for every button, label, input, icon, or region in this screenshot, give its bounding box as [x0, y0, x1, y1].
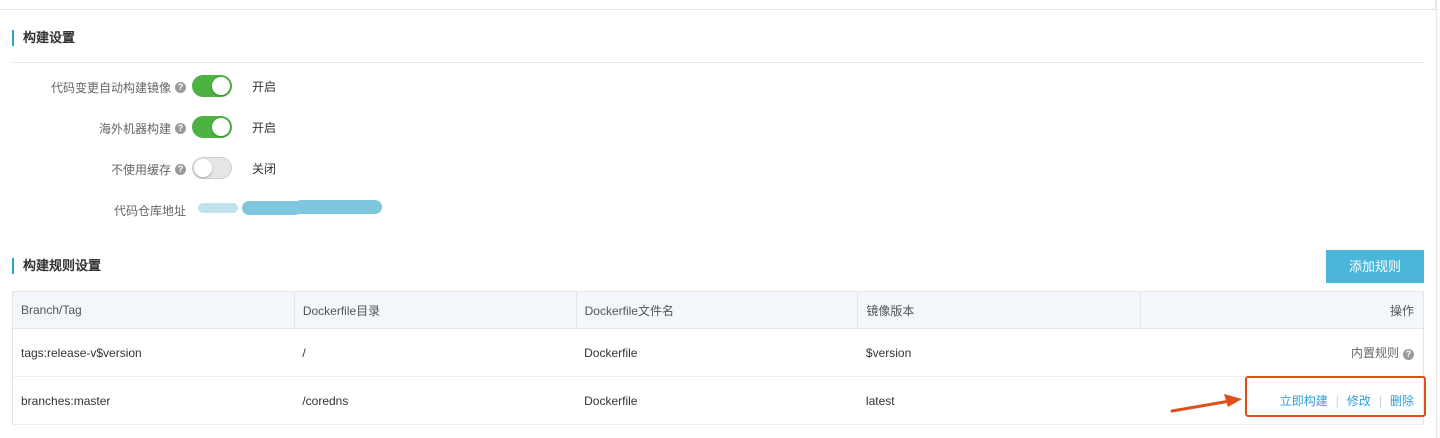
help-icon[interactable]: ? — [175, 122, 186, 134]
setting-row-repo-url: 代码仓库地址 — [0, 198, 600, 222]
setting-row-auto-build: 代码变更自动构建镜像 ? 开启 — [0, 75, 600, 99]
toggle-knob — [212, 77, 230, 95]
image-version-cell: latest — [857, 376, 1141, 425]
annotation-highlight-box — [1245, 376, 1426, 417]
help-icon[interactable]: ? — [175, 163, 186, 175]
branch-tag-cell: tags:release-v$version — [12, 328, 295, 377]
table-row: tags:release-v$version / Dockerfile $ver… — [12, 328, 1424, 377]
help-icon[interactable]: ? — [1403, 349, 1414, 360]
toggle-state-text: 关闭 — [252, 162, 277, 176]
annotation-arrow-icon — [1170, 394, 1242, 413]
build-rules-title: 构建规则设置 — [12, 258, 101, 274]
dockerfile-dir-cell: / — [294, 328, 577, 377]
toggle-knob — [194, 159, 212, 177]
repo-url-label: 代码仓库地址 — [113, 203, 186, 218]
column-header: 镜像版本 — [857, 291, 1142, 329]
builtin-rule-label: 内置规则 — [1350, 346, 1399, 360]
top-panel-edge — [0, 0, 1436, 10]
no-cache-toggle[interactable] — [192, 157, 232, 179]
right-panel-edge — [1436, 0, 1437, 438]
image-version-cell: $version — [857, 328, 1141, 377]
dockerfile-dir-cell: /coredns — [294, 376, 577, 425]
section-divider — [12, 62, 1424, 63]
add-rule-button[interactable]: 添加规则 — [1326, 250, 1424, 283]
repo-url-redacted — [198, 200, 382, 216]
table-header-row: Branch/Tag Dockerfile目录 Dockerfile文件名 镜像… — [12, 291, 1424, 329]
build-settings-title: 构建设置 — [12, 30, 75, 46]
overseas-build-toggle[interactable] — [192, 116, 232, 138]
toggle-state-text: 开启 — [252, 80, 277, 94]
column-header: 操作 — [1140, 291, 1424, 329]
dockerfile-name-cell: Dockerfile — [576, 328, 858, 377]
auto-build-toggle[interactable] — [192, 75, 232, 97]
toggle-knob — [212, 118, 230, 136]
setting-row-overseas-build: 海外机器构建 ? 开启 — [0, 116, 600, 140]
column-header: Branch/Tag — [12, 291, 295, 329]
dockerfile-name-cell: Dockerfile — [576, 376, 858, 425]
operations-cell: 内置规则? — [1140, 328, 1424, 377]
setting-row-no-cache: 不使用缓存 ? 关闭 — [0, 157, 600, 181]
column-header: Dockerfile文件名 — [576, 291, 859, 329]
toggle-state-text: 开启 — [252, 121, 277, 135]
branch-tag-cell: branches:master — [12, 376, 295, 425]
setting-label: 海外机器构建 — [98, 121, 171, 136]
setting-label: 代码变更自动构建镜像 — [50, 80, 171, 95]
help-icon[interactable]: ? — [175, 81, 186, 93]
column-header: Dockerfile目录 — [294, 291, 577, 329]
setting-label: 不使用缓存 — [110, 162, 171, 177]
